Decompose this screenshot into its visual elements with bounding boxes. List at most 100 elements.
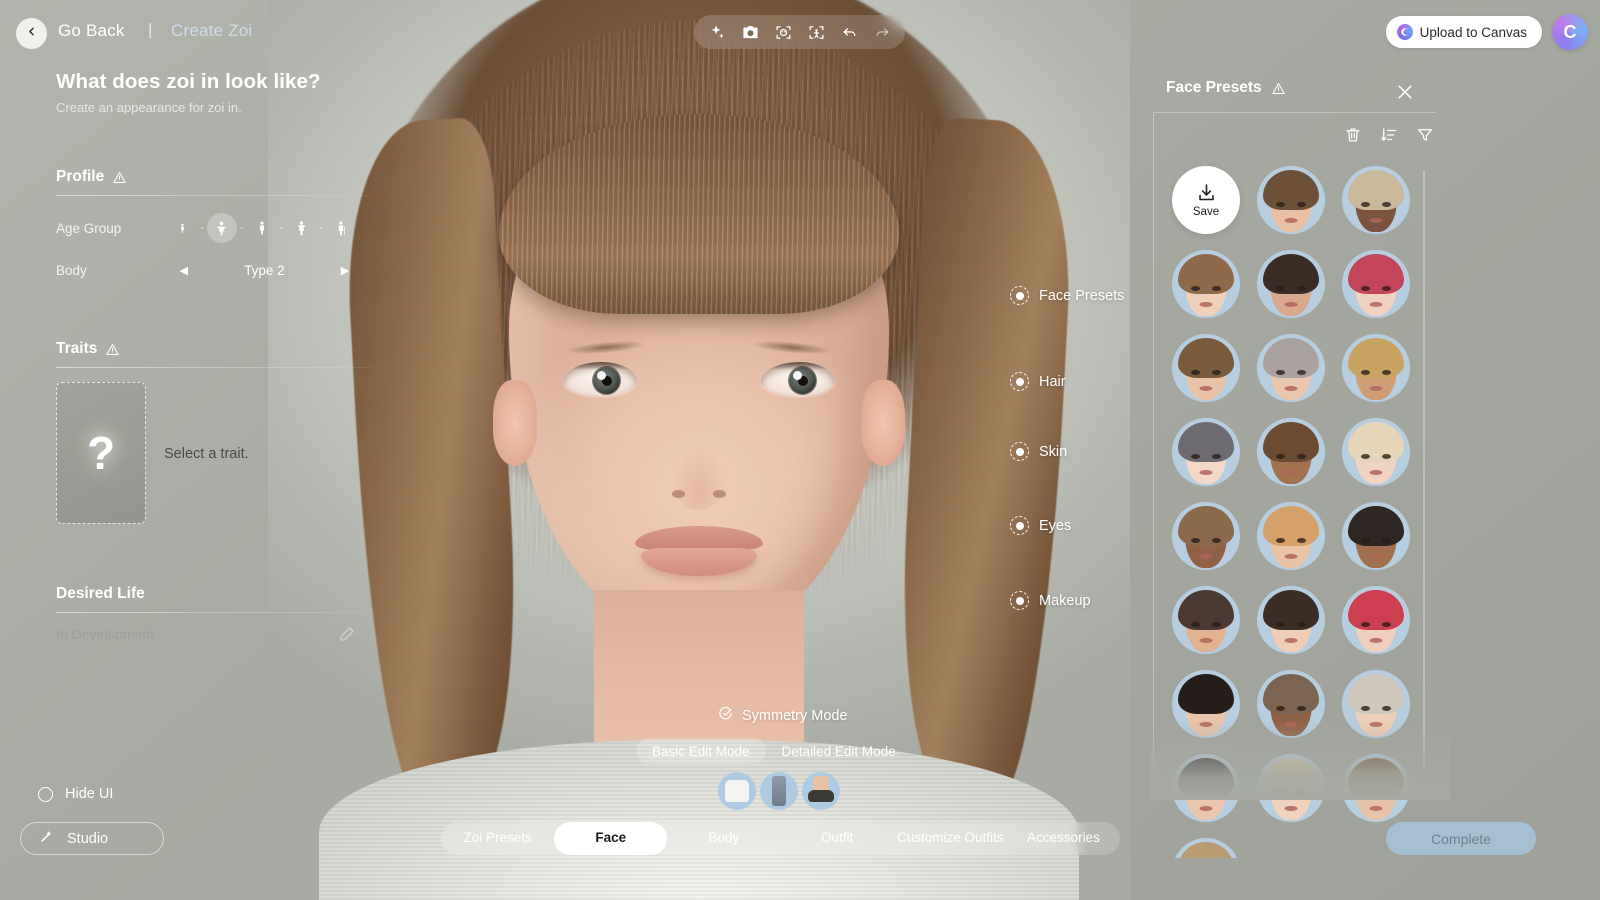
trash-icon[interactable]: [1344, 126, 1362, 144]
hotspot-label: Eyes: [1039, 517, 1072, 534]
preset-cell[interactable]: [1249, 242, 1333, 326]
symmetry-mode-label: Symmetry Mode: [742, 708, 848, 724]
preset-cell[interactable]: [1164, 410, 1248, 494]
age-option-child[interactable]: [206, 213, 237, 243]
create-zoi-label[interactable]: Create Zoi: [171, 21, 252, 41]
upload-to-canvas-button[interactable]: Upload to Canvas: [1385, 16, 1542, 48]
age-option-adult[interactable]: [286, 213, 316, 243]
outfit-shoes-thumb[interactable]: [802, 772, 840, 810]
age-group-label: Age Group: [56, 220, 122, 236]
preset-cell[interactable]: [1249, 578, 1333, 662]
save-preset-label: Save: [1192, 206, 1220, 218]
hotspot-face-presets[interactable]: Face Presets: [1010, 286, 1124, 305]
detailed-edit-mode-tab[interactable]: Detailed Edit Mode: [766, 738, 912, 764]
face-focus-icon[interactable]: [774, 23, 792, 41]
page-title: What does zoi in look like?: [56, 70, 321, 93]
studio-button[interactable]: Studio: [20, 822, 164, 855]
preset-cell[interactable]: [1164, 662, 1248, 746]
preset-thumbnail: [1342, 754, 1410, 822]
outfit-bottom-thumb[interactable]: [760, 772, 798, 810]
outfit-thumbnails: [718, 772, 840, 810]
preset-scrollbar[interactable]: [1423, 170, 1425, 770]
preset-cell[interactable]: [1164, 494, 1248, 578]
preset-cell[interactable]: [1334, 746, 1418, 830]
preset-cell[interactable]: [1334, 494, 1418, 578]
desired-life-rule: [56, 612, 372, 613]
tab-body[interactable]: Body: [667, 822, 780, 855]
tab-customize-outfits[interactable]: Customize Outfits: [894, 822, 1007, 855]
desired-life-value: In Development: [56, 626, 155, 642]
back-button[interactable]: [16, 18, 47, 49]
preset-cell[interactable]: [1164, 242, 1248, 326]
preset-cell[interactable]: [1334, 242, 1418, 326]
hotspot-dot-icon: [1010, 442, 1029, 461]
hide-ui-toggle[interactable]: Hide UI: [38, 786, 113, 802]
caret-left-icon[interactable]: ◀: [173, 264, 195, 277]
preset-thumbnail: [1257, 250, 1325, 318]
preset-cell[interactable]: [1249, 158, 1333, 242]
tab-zoi-presets[interactable]: Zoi Presets: [441, 822, 554, 855]
caret-right-icon[interactable]: ▶: [334, 264, 356, 277]
tab-face[interactable]: Face: [554, 822, 668, 855]
age-group-row: Age Group - - - -: [56, 208, 356, 248]
preset-thumbnail: [1257, 334, 1325, 402]
brand-avatar[interactable]: C: [1552, 14, 1588, 50]
preset-cell[interactable]: [1334, 158, 1418, 242]
tab-accessories[interactable]: Accessories: [1007, 822, 1120, 855]
hotspot-hair[interactable]: Hair: [1010, 372, 1066, 391]
character-eye-right: [761, 362, 835, 396]
age-option-teen[interactable]: [247, 213, 277, 243]
edit-pencil-icon[interactable]: [338, 625, 356, 643]
preset-cell[interactable]: [1164, 326, 1248, 410]
warning-triangle-icon: [105, 342, 120, 356]
topbar-divider: |: [148, 20, 153, 39]
symmetry-mode-toggle[interactable]: Symmetry Mode: [718, 706, 848, 726]
preset-cell[interactable]: [1164, 746, 1248, 830]
bottom-nav: Zoi Presets Face Body Outfit Customize O…: [441, 822, 1120, 855]
redo-icon[interactable]: [873, 23, 891, 41]
hotspot-makeup[interactable]: Makeup: [1010, 591, 1091, 610]
preset-cell[interactable]: [1164, 578, 1248, 662]
check-circle-icon: [718, 706, 733, 726]
preset-thumbnail: [1172, 502, 1240, 570]
preset-cell[interactable]: [1249, 494, 1333, 578]
undo-icon[interactable]: [840, 23, 858, 41]
hotspot-eyes[interactable]: Eyes: [1010, 516, 1071, 535]
preset-thumbnail: [1172, 838, 1240, 858]
hotspot-dot-icon: [1010, 286, 1029, 305]
preset-cell[interactable]: [1249, 410, 1333, 494]
outfit-top-thumb[interactable]: [718, 772, 756, 810]
sparkle-icon[interactable]: [708, 23, 726, 41]
close-icon[interactable]: [1395, 82, 1415, 102]
basic-edit-mode-tab[interactable]: Basic Edit Mode: [636, 738, 766, 764]
tab-outfit[interactable]: Outfit: [781, 822, 894, 855]
preset-thumbnail: [1172, 754, 1240, 822]
preset-cell[interactable]: [1249, 662, 1333, 746]
preset-thumbnail: [1257, 754, 1325, 822]
hotspot-skin[interactable]: Skin: [1010, 442, 1067, 461]
hotspot-label: Hair: [1039, 373, 1066, 390]
preset-cell[interactable]: [1334, 326, 1418, 410]
sort-icon[interactable]: [1380, 126, 1398, 144]
preset-cell[interactable]: [1334, 662, 1418, 746]
preset-cell[interactable]: [1249, 326, 1333, 410]
body-focus-icon[interactable]: [807, 23, 825, 41]
face-presets-panel: Face Presets Save: [1150, 70, 1450, 858]
character-eye-left: [563, 362, 637, 396]
save-preset-button[interactable]: Save: [1172, 166, 1240, 234]
age-option-elder[interactable]: [326, 213, 356, 243]
preset-cell[interactable]: [1249, 746, 1333, 830]
age-option-infant[interactable]: [167, 213, 197, 243]
preset-cell[interactable]: [1334, 578, 1418, 662]
preset-thumbnail: [1172, 670, 1240, 738]
trait-slot-card[interactable]: ?: [56, 382, 146, 524]
go-back-label[interactable]: Go Back: [58, 21, 125, 41]
preset-cell[interactable]: [1334, 410, 1418, 494]
preset-thumbnail: [1342, 334, 1410, 402]
face-presets-grid[interactable]: Save: [1164, 158, 1436, 858]
filter-icon[interactable]: [1416, 126, 1434, 144]
camera-icon[interactable]: [741, 23, 759, 41]
preset-cell[interactable]: [1164, 830, 1248, 858]
warning-triangle-icon: [1271, 81, 1286, 95]
character-brow-right: [752, 338, 832, 357]
